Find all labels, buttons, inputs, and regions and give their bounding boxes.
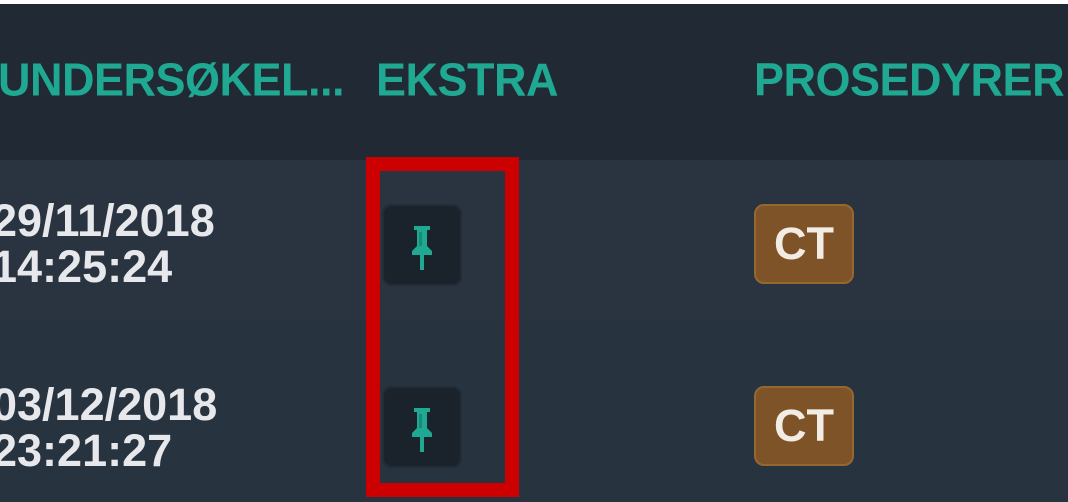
table-row[interactable]: 03/12/2018 23:21:27 CT bbox=[0, 322, 1068, 502]
column-header-prosedyrer[interactable]: PROSEDYRER bbox=[754, 51, 1065, 109]
study-datetime: 29/11/2018 14:25:24 bbox=[0, 195, 215, 292]
study-datetime: 03/12/2018 23:21:27 bbox=[0, 379, 218, 476]
pushpin-icon bbox=[412, 226, 432, 270]
table-row[interactable]: 29/11/2018 14:25:24 CT bbox=[0, 160, 1068, 322]
procedure-badge[interactable]: CT bbox=[754, 386, 854, 466]
column-header-ekstra[interactable]: EKSTRA bbox=[376, 51, 559, 109]
pushpin-icon bbox=[412, 408, 432, 452]
pin-button[interactable] bbox=[382, 386, 462, 468]
pin-button[interactable] bbox=[382, 204, 462, 286]
studies-table: UNDERSØKEL... EKSTRA PROSEDYRER 29/11/20… bbox=[0, 4, 1068, 502]
procedure-badge[interactable]: CT bbox=[754, 204, 854, 284]
column-header-undersokelse[interactable]: UNDERSØKEL... bbox=[0, 51, 345, 109]
table-header: UNDERSØKEL... EKSTRA PROSEDYRER bbox=[0, 4, 1068, 160]
